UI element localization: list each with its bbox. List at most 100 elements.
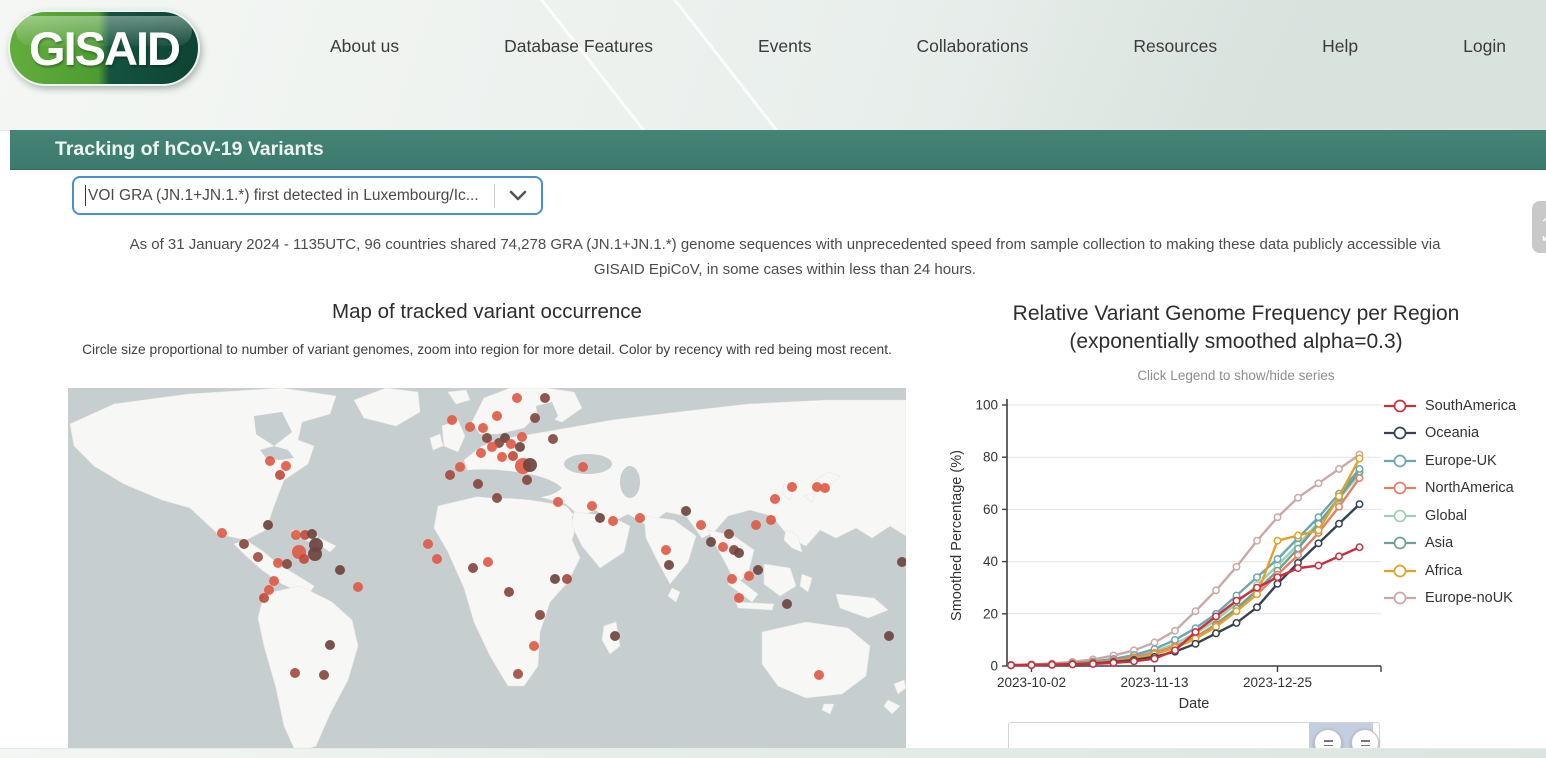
legend-item-Europe-UK[interactable]: Europe-UK — [1383, 447, 1543, 475]
nav-item-resources[interactable]: Resources — [1133, 36, 1217, 57]
nav-item-help[interactable]: Help — [1322, 36, 1358, 57]
variant-occurrence-dot — [734, 548, 744, 558]
variant-occurrence-dot — [595, 513, 605, 523]
legend-item-NorthAmerica[interactable]: NorthAmerica — [1383, 475, 1543, 503]
legend-label: Global — [1425, 507, 1467, 524]
svg-text:60: 60 — [983, 502, 998, 517]
variant-occurrence-dot — [696, 520, 706, 530]
variant-select[interactable]: VOI GRA (JN.1+JN.1.*) first detected in … — [72, 176, 543, 215]
variant-occurrence-dot — [751, 520, 761, 530]
variant-occurrence-dot — [513, 669, 523, 679]
variant-occurrence-dot — [753, 565, 763, 575]
variant-occurrence-dot — [335, 565, 345, 575]
arrow-down-left-icon: ↙ — [1541, 229, 1546, 244]
legend-item-Oceania[interactable]: Oceania — [1383, 420, 1543, 448]
variant-occurrence-dot — [766, 515, 776, 525]
svg-text:2023-11-13: 2023-11-13 — [1120, 675, 1188, 690]
legend-marker-icon — [1384, 426, 1416, 440]
gisaid-logo-text: GISAID — [29, 21, 181, 75]
arrow-up-right-icon: ↗ — [1541, 210, 1546, 225]
chart-subtitle: Click Legend to show/hide series — [1137, 368, 1335, 383]
nav-item-database-features[interactable]: Database Features — [504, 36, 653, 57]
legend-item-SouthAmerica[interactable]: SouthAmerica — [1383, 392, 1543, 420]
map-subtitle: Circle size proportional to number of va… — [82, 342, 892, 357]
variant-occurrence-dot — [423, 539, 433, 549]
variant-occurrence-dot — [820, 483, 830, 493]
legend-marker-icon — [1384, 399, 1416, 413]
variant-select-value: VOI GRA (JN.1+JN.1.*) first detected in … — [88, 186, 479, 204]
variant-occurrence-dot — [718, 542, 728, 552]
legend-marker-icon — [1384, 454, 1416, 468]
variant-occurrence-dot — [447, 415, 457, 425]
svg-text:100: 100 — [975, 398, 998, 413]
variant-occurrence-dot — [468, 563, 478, 573]
variant-occurrence-dot — [727, 574, 737, 584]
variant-occurrence-dot — [548, 434, 558, 444]
legend-marker-icon — [1384, 564, 1416, 578]
legend-item-Europe-noUK[interactable]: Europe-noUK — [1383, 585, 1543, 613]
variant-occurrence-dot — [281, 461, 291, 471]
variant-occurrence-dot — [353, 582, 363, 592]
legend-label: Europe-UK — [1425, 452, 1497, 469]
legend-label: Asia — [1425, 535, 1454, 552]
legend-marker-icon — [1384, 481, 1416, 495]
variant-occurrence-dot — [610, 631, 620, 641]
variant-occurrence-dot — [553, 497, 563, 507]
nav-item-collaborations[interactable]: Collaborations — [917, 36, 1029, 57]
expand-button[interactable]: ↗ ↙ — [1532, 201, 1546, 253]
variant-occurrence-dot — [282, 559, 292, 569]
frequency-chart: 0 20 40 60 80 100 2023-10-02 2023-11-13 2023-12-… — [945, 388, 1390, 718]
legend-marker-icon — [1384, 536, 1416, 550]
svg-text:Date: Date — [1179, 696, 1210, 712]
legend-item-Africa[interactable]: Africa — [1383, 557, 1543, 585]
nav-item-events[interactable]: Events — [758, 36, 812, 57]
text-cursor — [85, 185, 86, 206]
variant-occurrence-dot — [487, 442, 497, 452]
footer-band — [0, 748, 1546, 758]
variant-occurrence-dot — [478, 423, 488, 433]
tracking-bar-title: Tracking of hCoV-19 Variants — [55, 138, 324, 160]
variant-occurrence-dot — [291, 530, 301, 540]
series-SouthAmerica — [1007, 543, 1364, 670]
variant-occurrence-dot — [523, 458, 537, 472]
chevron-down-icon[interactable] — [495, 190, 541, 201]
variant-occurrence-dot — [465, 422, 475, 432]
variant-occurrence-dot — [681, 506, 691, 516]
variant-occurrence-dot — [504, 587, 514, 597]
variant-occurrence-dot — [253, 552, 263, 562]
nav-item-about-us[interactable]: About us — [330, 36, 399, 57]
legend-item-Global[interactable]: Global — [1383, 502, 1543, 530]
variant-occurrence-dot — [734, 593, 744, 603]
variant-occurrence-dot — [508, 451, 518, 461]
legend-item-Asia[interactable]: Asia — [1383, 530, 1543, 558]
page: GISAID About us Database Features Events Co… — [0, 0, 1546, 758]
variant-occurrence-dot — [512, 393, 522, 403]
legend-label: Oceania — [1425, 425, 1480, 442]
gisaid-logo[interactable]: GISAID — [8, 10, 200, 86]
svg-text:20: 20 — [983, 606, 998, 621]
variant-occurrence-dot — [515, 442, 525, 452]
svg-text:Smoothed Percentage (%): Smoothed Percentage (%) — [949, 450, 965, 621]
variant-occurrence-dot — [664, 560, 674, 570]
variant-occurrence-dot — [506, 439, 516, 449]
variant-occurrence-dot — [445, 470, 455, 480]
legend-label: SouthAmerica — [1425, 397, 1517, 414]
variant-occurrence-dot — [307, 529, 317, 539]
variant-occurrence-dot — [782, 599, 792, 609]
map-title: Map of tracked variant occurrence — [332, 300, 642, 323]
svg-text:2023-10-02: 2023-10-02 — [997, 675, 1066, 690]
svg-text:2023-12-25: 2023-12-25 — [1243, 675, 1312, 690]
variant-occurrence-dot — [473, 479, 483, 489]
world-map[interactable] — [68, 387, 907, 749]
variant-occurrence-dot — [217, 528, 227, 538]
variant-occurrence-dot — [263, 520, 273, 530]
variant-occurrence-dot — [497, 452, 507, 462]
variant-occurrence-dot — [492, 493, 502, 503]
variant-occurrence-dot — [562, 574, 572, 584]
variant-occurrence-dot — [265, 456, 275, 466]
variant-occurrence-dot — [492, 411, 502, 421]
nav-item-login[interactable]: Login — [1463, 36, 1506, 57]
variant-occurrence-dot — [432, 554, 442, 564]
variant-occurrence-dot — [455, 462, 465, 472]
variant-occurrence-dot — [550, 574, 560, 584]
